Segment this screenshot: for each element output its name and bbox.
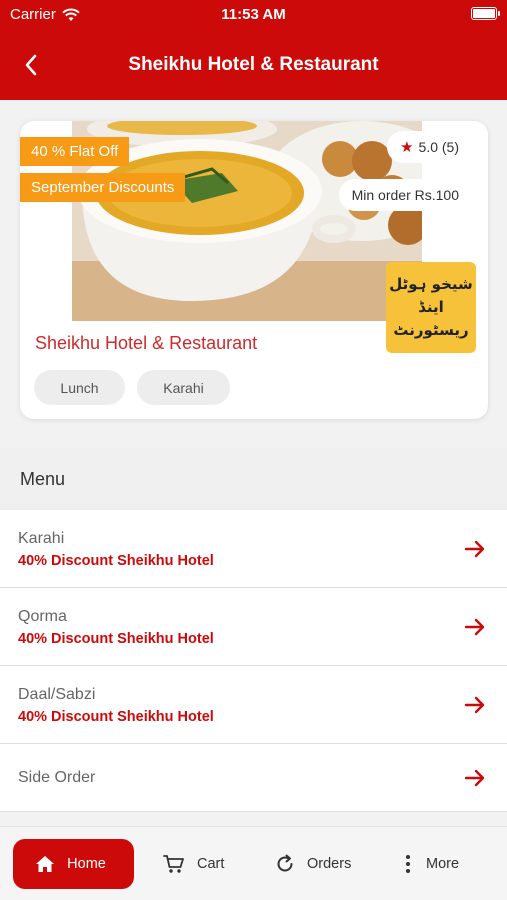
restaurant-logo: شیخو ہوٹل اینڈ ریسٹورنٹ bbox=[386, 262, 476, 353]
tab-more-label: More bbox=[426, 856, 460, 872]
restaurant-card[interactable]: 40 % Flat Off September Discounts ★ 5.0 … bbox=[20, 121, 488, 419]
arrow-right-icon[interactable] bbox=[463, 537, 487, 561]
menu-item-name: Karahi bbox=[18, 530, 65, 547]
cart-icon bbox=[163, 855, 184, 873]
battery-icon bbox=[471, 7, 500, 20]
rating-pill: ★ 5.0 (5) bbox=[387, 131, 472, 163]
logo-line-2: اینڈ bbox=[418, 297, 444, 316]
menu-item-subtitle: 40% Discount Sheikhu Hotel bbox=[18, 631, 214, 647]
menu-list: Karahi 40% Discount Sheikhu Hotel Qorma … bbox=[0, 510, 507, 812]
menu-item-side-order[interactable]: Side Order bbox=[0, 744, 507, 812]
menu-item-qorma[interactable]: Qorma 40% Discount Sheikhu Hotel bbox=[0, 588, 507, 666]
tab-orders-label: Orders bbox=[307, 856, 352, 872]
tab-cart-label: Cart bbox=[197, 856, 225, 872]
menu-item-daal-sabzi[interactable]: Daal/Sabzi 40% Discount Sheikhu Hotel bbox=[0, 666, 507, 744]
restaurant-name: Sheikhu Hotel & Restaurant bbox=[35, 333, 258, 353]
status-bar: Carrier 11:53 AM bbox=[0, 0, 507, 28]
logo-line-1: شیخو ہوٹل bbox=[389, 274, 473, 293]
menu-item-name: Side Order bbox=[18, 769, 96, 786]
rating-value: 5.0 (5) bbox=[418, 139, 459, 155]
tab-cart[interactable]: Cart bbox=[163, 839, 224, 889]
bottom-nav: Home Cart Orders More bbox=[0, 826, 507, 900]
menu-item-subtitle: 40% Discount Sheikhu Hotel bbox=[18, 709, 214, 725]
tag-chip-lunch[interactable]: Lunch bbox=[34, 370, 125, 405]
home-icon bbox=[36, 856, 55, 872]
menu-item-name: Daal/Sabzi bbox=[18, 686, 96, 703]
menu-title: Menu bbox=[20, 469, 66, 489]
menu-section-header: Menu bbox=[0, 448, 507, 510]
more-vertical-icon bbox=[406, 855, 410, 873]
discount-badge: 40 % Flat Off bbox=[20, 137, 130, 166]
refresh-icon bbox=[277, 854, 293, 872]
menu-item-name: Qorma bbox=[18, 608, 67, 625]
tab-orders[interactable]: Orders bbox=[275, 839, 351, 889]
arrow-right-icon[interactable] bbox=[463, 693, 487, 717]
star-icon: ★ bbox=[400, 139, 414, 156]
menu-item-karahi[interactable]: Karahi 40% Discount Sheikhu Hotel bbox=[0, 510, 507, 588]
top-bar: Carrier 11:53 AM Sheikhu Hotel & Restaur… bbox=[0, 0, 507, 100]
tab-more[interactable]: More bbox=[402, 839, 459, 889]
tab-home-label: Home bbox=[67, 856, 106, 872]
tag-chip-karahi[interactable]: Karahi bbox=[137, 370, 230, 405]
logo-line-3: ریسٹورنٹ bbox=[393, 321, 469, 340]
tab-home[interactable]: Home bbox=[13, 839, 134, 889]
min-order-pill: Min order Rs.100 bbox=[338, 179, 472, 211]
page-title: Sheikhu Hotel & Restaurant bbox=[128, 54, 379, 75]
status-time: 11:53 AM bbox=[221, 6, 286, 23]
promo-badge: September Discounts bbox=[20, 173, 186, 202]
arrow-right-icon[interactable] bbox=[463, 766, 487, 790]
arrow-right-icon[interactable] bbox=[463, 615, 487, 639]
menu-item-subtitle: 40% Discount Sheikhu Hotel bbox=[18, 553, 214, 569]
